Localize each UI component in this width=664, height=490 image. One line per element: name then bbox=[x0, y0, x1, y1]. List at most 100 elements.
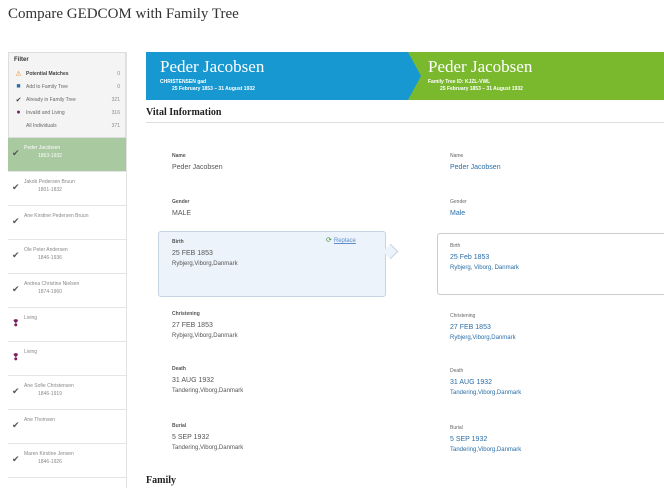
field-label: Birth bbox=[172, 239, 184, 245]
tree-person-details: Family Tree ID: KJZL-VWL 25 February 185… bbox=[428, 79, 523, 93]
page-title: Compare GEDCOM with Family Tree bbox=[8, 6, 239, 22]
field-date: 5 SEP 1932 bbox=[450, 436, 488, 443]
field-place: Rybjerg,Viborg,Danmark bbox=[172, 333, 238, 339]
filter-count: 316 bbox=[111, 109, 120, 116]
gedcom-person-name: Peder Jacobsen bbox=[160, 57, 265, 76]
check-icon: ✔ bbox=[12, 420, 20, 430]
person-list-item[interactable]: ✔ Andrea Christine Nielsen 1874-1960 bbox=[8, 274, 126, 308]
gedcom-gender-field: Gender MALE bbox=[172, 199, 372, 219]
field-label: Gender bbox=[450, 199, 467, 205]
person-list-item[interactable]: ✔ Maren Kirstine Jensen 1846-1926 bbox=[8, 444, 126, 478]
filter-option[interactable]: All Individuals 371 bbox=[14, 119, 120, 132]
person-name: Jakob Pedersen Bruun bbox=[24, 179, 75, 185]
person-name: Ane Sofie Christensen bbox=[24, 383, 74, 389]
filter-label: All Individuals bbox=[26, 122, 57, 129]
filter-count: 321 bbox=[111, 96, 120, 103]
field-label: Christening bbox=[450, 313, 476, 319]
filter-count: 0 bbox=[117, 70, 120, 77]
person-name: Ole Peter Andersen bbox=[24, 247, 68, 253]
field-place: Rybjerg, Viborg, Danmark bbox=[450, 265, 519, 271]
filter-option[interactable]: ✔ Already in Family Tree 321 bbox=[14, 93, 120, 106]
field-label: Name bbox=[450, 153, 464, 159]
field-place: Rybjerg,Viborg,Danmark bbox=[450, 335, 516, 341]
person-years: 1853-1932 bbox=[38, 153, 62, 159]
tree-birth-field: Birth 25 Feb 1853 Rybjerg, Viborg, Danma… bbox=[450, 243, 650, 273]
person-name: Ane Thomsen bbox=[24, 417, 56, 423]
filter-count: 371 bbox=[111, 122, 120, 129]
gedcom-burial-field: Burial 5 SEP 1932 Tandering,Viborg,Danma… bbox=[172, 423, 372, 453]
filter-title: Filter bbox=[14, 57, 29, 63]
vital-information-title: Vital Information bbox=[146, 107, 222, 118]
person-list-item[interactable]: ❢ Living bbox=[8, 308, 126, 342]
person-years: 1846-1926 bbox=[38, 459, 62, 465]
field-place: Tandering,Viborg,Danmark bbox=[172, 388, 244, 394]
warning-icon: ⚠ bbox=[15, 70, 22, 78]
check-icon: ✔ bbox=[12, 148, 20, 158]
field-date: 25 FEB 1853 bbox=[172, 250, 213, 257]
check-icon: ✔ bbox=[12, 182, 20, 192]
tree-name-field: Name Peder Jacobsen bbox=[450, 153, 650, 173]
tree-person-id: Family Tree ID: KJZL-VWL bbox=[428, 79, 491, 85]
gedcom-person-dates: 25 February 1853 – 31 August 1932 bbox=[172, 86, 255, 92]
field-label: Death bbox=[450, 368, 464, 374]
filter-option[interactable]: ⚠ Potential Matches 0 bbox=[14, 67, 120, 80]
tree-christening-field: Christening 27 FEB 1853 Rybjerg,Viborg,D… bbox=[450, 313, 650, 343]
field-label: Burial bbox=[172, 423, 187, 429]
field-date: 31 AUG 1932 bbox=[450, 379, 493, 386]
person-list-item[interactable]: ✔ Ane Sofie Christensen 1846-1919 bbox=[8, 376, 126, 410]
filter-list: ⚠ Potential Matches 0 ■ Add to Family Tree 0 ✔… bbox=[14, 67, 120, 132]
person-name: Peder Jacobsen bbox=[24, 145, 61, 151]
person-list-item[interactable]: ✔ Ane Kirstine Pedersen Bruun bbox=[8, 206, 126, 240]
header-arrow bbox=[408, 52, 421, 100]
filter-label: Already in Family Tree bbox=[26, 96, 76, 103]
family-tree-header: Peder Jacobsen Family Tree ID: KJZL-VWL … bbox=[408, 52, 664, 100]
person-list-item[interactable]: ✔ Ole Peter Andersen 1846-1936 bbox=[8, 240, 126, 274]
field-label: Birth bbox=[450, 243, 461, 249]
sidebar: Filter ⚠ Potential Matches 0 ■ Add to Family… bbox=[8, 52, 127, 488]
invalid-icon: ● bbox=[16, 109, 21, 116]
field-label: Christening bbox=[172, 311, 200, 317]
filter-option[interactable]: ● Invalid and Living 316 bbox=[14, 106, 120, 119]
tree-person-name: Peder Jacobsen bbox=[428, 57, 533, 76]
filter-panel: Filter ⚠ Potential Matches 0 ■ Add to Family… bbox=[8, 52, 126, 138]
filter-option[interactable]: ■ Add to Family Tree 0 bbox=[14, 80, 120, 93]
person-list-item[interactable]: ❢ Living bbox=[8, 342, 126, 376]
person-name: Living bbox=[24, 349, 38, 355]
person-name: Andrea Christine Nielsen bbox=[24, 281, 80, 287]
field-date: 5 SEP 1932 bbox=[172, 434, 210, 441]
field-place: Tandering,Viborg,Danmark bbox=[172, 445, 244, 451]
gedcom-person-details: CHRISTENSEN gad 25 February 1853 – 31 Au… bbox=[160, 79, 255, 93]
tree-person-dates: 25 February 1853 – 31 August 1932 bbox=[440, 86, 523, 92]
field-value: Male bbox=[450, 210, 466, 217]
warning-icon: ❢ bbox=[12, 352, 20, 362]
tree-death-field: Death 31 AUG 1932 Tandering,Viborg,Danma… bbox=[450, 368, 650, 398]
family-section-title: Family bbox=[146, 475, 176, 486]
field-date: 31 AUG 1932 bbox=[172, 377, 215, 384]
check-icon: ✔ bbox=[15, 96, 22, 104]
field-date: 27 FEB 1853 bbox=[450, 324, 491, 331]
warning-icon: ❢ bbox=[12, 318, 20, 328]
filter-label: Invalid and Living bbox=[26, 109, 65, 116]
person-years: 1874-1960 bbox=[38, 289, 62, 295]
field-place: Rybjerg,Viborg,Danmark bbox=[172, 261, 238, 267]
check-icon: ✔ bbox=[12, 284, 20, 294]
person-name: Living bbox=[24, 315, 38, 321]
person-list-item[interactable]: ✔ Peder Jacobsen 1853-1932 bbox=[8, 138, 126, 172]
filter-label: Potential Matches bbox=[26, 70, 69, 77]
gedcom-christening-field: Christening 27 FEB 1853 Rybjerg,Viborg,D… bbox=[172, 311, 372, 341]
check-icon: ✔ bbox=[12, 386, 20, 396]
gedcom-death-field: Death 31 AUG 1932 Tandering,Viborg,Danma… bbox=[172, 366, 372, 396]
section-divider bbox=[146, 122, 664, 123]
person-years: 1846-1936 bbox=[38, 255, 62, 261]
field-place: Tandering,Viborg,Danmark bbox=[450, 447, 522, 453]
field-value: MALE bbox=[172, 210, 192, 217]
field-label: Death bbox=[172, 366, 186, 372]
person-list-item[interactable]: ✔ Ane Thomsen bbox=[8, 410, 126, 444]
tree-gender-field: Gender Male bbox=[450, 199, 650, 219]
gedcom-name-field: Name Peder Jacobsen bbox=[172, 153, 372, 173]
check-icon: ✔ bbox=[12, 250, 20, 260]
filter-label: Add to Family Tree bbox=[26, 83, 68, 90]
field-value: Peder Jacobsen bbox=[450, 164, 501, 171]
field-value: Peder Jacobsen bbox=[172, 164, 223, 171]
person-list-item[interactable]: ✔ Jakob Pedersen Bruun 1801-1832 bbox=[8, 172, 126, 206]
